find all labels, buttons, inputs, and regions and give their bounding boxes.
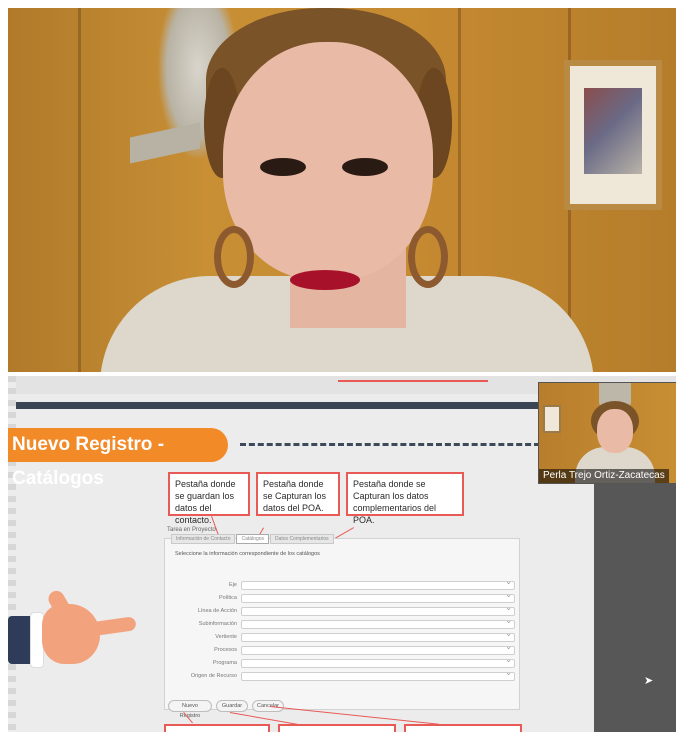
field-label: Política [218,595,237,601]
person-eye-right [342,158,388,176]
field-row: Línea de Acción [171,603,515,617]
field-row: Vertiente [171,629,515,643]
vertiente-select[interactable] [241,629,515,642]
form-header: Tarea en Proyecto [167,527,216,533]
field-row: Eje [171,577,515,591]
earring-right [408,226,448,288]
thumb-face [597,409,633,453]
field-label: Origen de Recurso [190,673,237,679]
person-eye-left [260,158,306,176]
shared-screen: Nuevo Registro - Catálogos Pestaña donde… [8,376,676,732]
tab-catalogs[interactable]: Catálogos [236,534,269,544]
tab-contact[interactable]: Información de Contacto [171,534,236,544]
field-label: Vertiente [215,634,237,640]
field-label: Línea de Acción [197,608,237,614]
save-button[interactable]: Guardar [216,700,248,712]
slide-title-dashed-line [240,443,540,446]
earring-left [214,226,254,288]
slide-top-accent-line [338,380,488,382]
callout-box-bottom [404,724,522,732]
person-mouth [290,270,360,290]
eje-select[interactable] [241,577,515,590]
procesos-select[interactable] [241,642,515,655]
participant-name-label: Perla Trejo Ortiz-Zacatecas [539,469,669,483]
origen-recurso-select[interactable] [241,668,515,681]
slide-title: Nuevo Registro - Catálogos [8,428,228,489]
field-label: Subinformación [198,621,237,627]
programa-select[interactable] [241,655,515,668]
field-row: Política [171,590,515,604]
callout-contact-tab: Pestaña donde se guardan los datos del c… [168,472,250,525]
callout-poa-tab: Pestaña donde se Capturan los datos del … [256,472,340,516]
linea-accion-select[interactable] [241,603,515,616]
politica-select[interactable] [241,590,515,603]
catalog-form: Tarea en Proyecto Información de Contact… [164,527,520,710]
subinformacion-select[interactable] [241,616,515,629]
field-label: Procesos [214,647,237,653]
framed-picture [564,60,662,210]
form-tabs: Información de Contacto Catálogos Datos … [171,534,335,544]
field-label: Eje [229,582,237,588]
new-record-button[interactable]: Nuevo Registro [168,700,212,719]
tab-complementary[interactable]: Datos Complementarios [270,534,334,544]
field-row: Programa [171,655,515,669]
callout-box-bottom [278,724,396,732]
thumb-frame [543,405,561,433]
person-face [223,42,433,280]
wall-panel-seam [78,8,81,372]
field-row: Procesos [171,642,515,656]
main-video-feed [8,8,676,372]
callout-complementary-tab: Pestaña donde se Capturan los datos comp… [346,472,464,525]
field-label: Programa [212,660,237,666]
field-row: Subinformación [171,616,515,630]
field-row: Origen de Recurso [171,668,515,682]
participant-video-thumbnail[interactable]: Perla Trejo Ortiz-Zacatecas [538,382,676,484]
callout-box-bottom [164,724,270,732]
form-instructions: Seleccione la información correspondient… [175,551,320,557]
mouse-cursor-icon: ➤ [644,675,654,687]
